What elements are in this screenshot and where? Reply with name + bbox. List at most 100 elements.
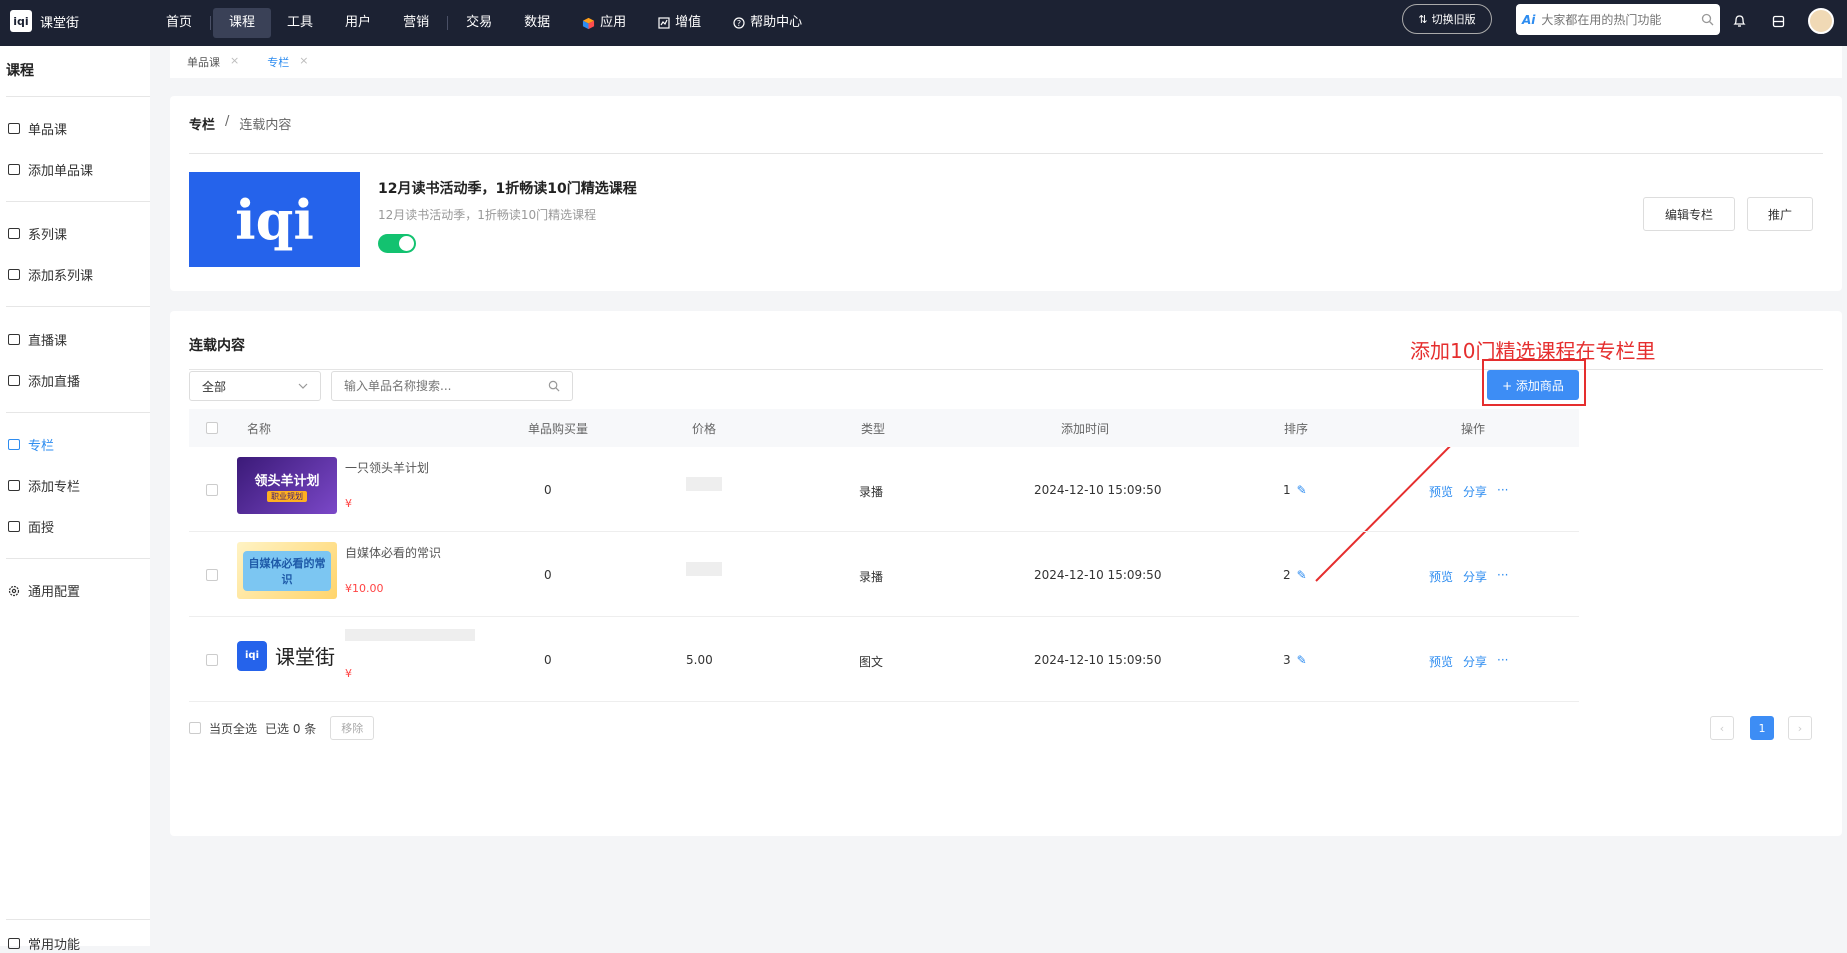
sidebar-item-add-live[interactable]: 添加直播 xyxy=(8,371,80,390)
product-search[interactable] xyxy=(331,371,573,401)
edit-icon[interactable]: ✎ xyxy=(1297,483,1307,497)
sidebar-divider xyxy=(6,306,150,307)
preview-link[interactable]: 预览 xyxy=(1429,568,1453,585)
search-icon[interactable] xyxy=(548,380,560,392)
sidebar-item-column[interactable]: 专栏 xyxy=(8,435,54,454)
common-functions-label: 常用功能 xyxy=(28,938,81,953)
nav-label: 增值 xyxy=(675,15,702,30)
sort-cell: 1 ✎ xyxy=(1283,483,1307,497)
more-icon[interactable]: ··· xyxy=(1497,653,1508,670)
product-name[interactable]: 一只领头羊计划 xyxy=(345,459,429,476)
table-row: 自媒体必看的常识 自媒体必看的常识 ¥10.00 0 录播 2024-12-10… xyxy=(189,532,1579,617)
svg-text:?: ? xyxy=(737,19,741,28)
header-sort: 排序 xyxy=(1284,422,1309,436)
brand-name: 课堂街 xyxy=(40,15,80,31)
sidebar-item-series-course[interactable]: 系列课 xyxy=(8,224,67,243)
add-product-button[interactable]: + 添加商品 xyxy=(1487,370,1579,400)
search-icon[interactable] xyxy=(1701,13,1714,26)
row-checkbox[interactable] xyxy=(206,654,218,666)
product-search-input[interactable] xyxy=(344,379,524,393)
more-icon[interactable]: ··· xyxy=(1497,568,1508,585)
sidebar-item-add-single-course[interactable]: 添加单品课 xyxy=(8,160,93,179)
sidebar-divider xyxy=(6,412,150,413)
product-image[interactable]: 自媒体必看的常识 xyxy=(237,542,337,599)
add-column-icon xyxy=(8,480,20,491)
sidebar-item-add-column[interactable]: 添加专栏 xyxy=(8,476,80,495)
next-page-button[interactable]: › xyxy=(1788,716,1812,740)
close-icon[interactable]: × xyxy=(230,54,239,70)
edit-column-button[interactable]: 编辑专栏 xyxy=(1643,197,1735,231)
product-price-tag: ¥ xyxy=(345,497,352,510)
nav-tools[interactable]: 工具 xyxy=(271,8,329,38)
row-checkbox[interactable] xyxy=(206,484,218,496)
brand-logo[interactable]: iqi 课堂街 xyxy=(10,10,79,32)
inbox-icon[interactable] xyxy=(1769,12,1787,30)
breadcrumb-root[interactable]: 专栏 xyxy=(189,114,215,133)
sidebar-item-single-course[interactable]: 单品课 xyxy=(8,119,67,138)
image-tag: 职业规划 xyxy=(267,490,307,502)
nav-value-added[interactable]: 增值 xyxy=(642,8,717,38)
share-link[interactable]: 分享 xyxy=(1463,483,1487,500)
sidebar-item-general-config[interactable]: 通用配置 xyxy=(8,581,80,600)
more-icon[interactable]: ··· xyxy=(1497,483,1508,500)
promote-button[interactable]: 推广 xyxy=(1747,197,1813,231)
sidebar-divider xyxy=(6,96,150,97)
edit-icon[interactable]: ✎ xyxy=(1297,653,1307,667)
common-functions[interactable]: 常用功能 xyxy=(8,934,80,953)
table-row: iqi 课堂街 ¥ 0 5.00 图文 2024-12-10 15:09:50 … xyxy=(189,617,1579,702)
row-actions: 预览 分享 ··· xyxy=(1429,653,1508,670)
prev-page-button[interactable]: ‹ xyxy=(1710,716,1734,740)
header-name: 名称 xyxy=(247,422,272,436)
nav-label: 工具 xyxy=(287,15,314,30)
column-enabled-toggle[interactable] xyxy=(378,234,416,253)
page-select-all-checkbox[interactable] xyxy=(189,722,201,734)
nav-apps[interactable]: 应用 xyxy=(566,8,642,38)
sidebar-divider xyxy=(6,201,150,202)
tab-column[interactable]: 专栏 × xyxy=(267,54,308,70)
product-price-tag: ¥ xyxy=(345,667,352,680)
sidebar-item-classroom[interactable]: 面授 xyxy=(8,517,54,536)
switch-old-version-button[interactable]: ⇅ 切换旧版 xyxy=(1402,4,1492,34)
share-link[interactable]: 分享 xyxy=(1463,653,1487,670)
share-link[interactable]: 分享 xyxy=(1463,568,1487,585)
close-icon[interactable]: × xyxy=(299,54,308,70)
type-filter-select[interactable]: 全部 xyxy=(189,371,321,401)
column-title: 12月读书活动季，1折畅读10门精选课程 xyxy=(378,181,637,197)
tab-single-course[interactable]: 单品课 × xyxy=(187,54,239,70)
row-actions: 预览 分享 ··· xyxy=(1429,483,1508,500)
sidebar-item-label: 添加单品课 xyxy=(28,164,94,179)
nav-marketing[interactable]: 营销 xyxy=(387,8,445,38)
sidebar-item-add-series-course[interactable]: 添加系列课 xyxy=(8,265,93,284)
bell-icon[interactable] xyxy=(1730,12,1748,30)
sidebar-item-label: 单品课 xyxy=(28,123,68,138)
nav-trade[interactable]: 交易 xyxy=(450,8,508,38)
nav-help[interactable]: ? 帮助中心 xyxy=(717,8,818,38)
page-1-button[interactable]: 1 xyxy=(1750,716,1774,740)
product-name[interactable] xyxy=(345,629,475,641)
row-checkbox[interactable] xyxy=(206,569,218,581)
divider xyxy=(189,153,1823,154)
global-search-input[interactable] xyxy=(1541,12,1695,27)
preview-link[interactable]: 预览 xyxy=(1429,653,1453,670)
nav-users[interactable]: 用户 xyxy=(329,8,387,38)
classroom-icon xyxy=(8,521,20,532)
sidebar-item-live-course[interactable]: 直播课 xyxy=(8,330,67,349)
preview-link[interactable]: 预览 xyxy=(1429,483,1453,500)
user-avatar[interactable] xyxy=(1808,8,1834,34)
product-image[interactable]: iqi 课堂街 xyxy=(237,627,337,684)
page-tabs: 单品课 × 专栏 × xyxy=(170,46,1842,78)
edit-icon[interactable]: ✎ xyxy=(1297,568,1307,582)
product-name[interactable]: 自媒体必看的常识 xyxy=(345,544,441,561)
ai-badge: Ai xyxy=(1522,12,1536,27)
sidebar-item-label: 专栏 xyxy=(28,439,55,454)
nav-home[interactable]: 首页 xyxy=(150,8,208,38)
nav-data[interactable]: 数据 xyxy=(508,8,566,38)
global-search[interactable]: Ai xyxy=(1516,4,1720,35)
section-title: 连载内容 xyxy=(189,338,245,354)
course-type: 录播 xyxy=(859,485,884,499)
tab-label: 单品课 xyxy=(187,56,220,69)
select-all-checkbox[interactable] xyxy=(206,422,218,434)
product-image[interactable]: 领头羊计划 职业规划 xyxy=(237,457,337,514)
nav-courses[interactable]: 课程 xyxy=(213,8,272,38)
remove-button[interactable]: 移除 xyxy=(330,716,375,740)
